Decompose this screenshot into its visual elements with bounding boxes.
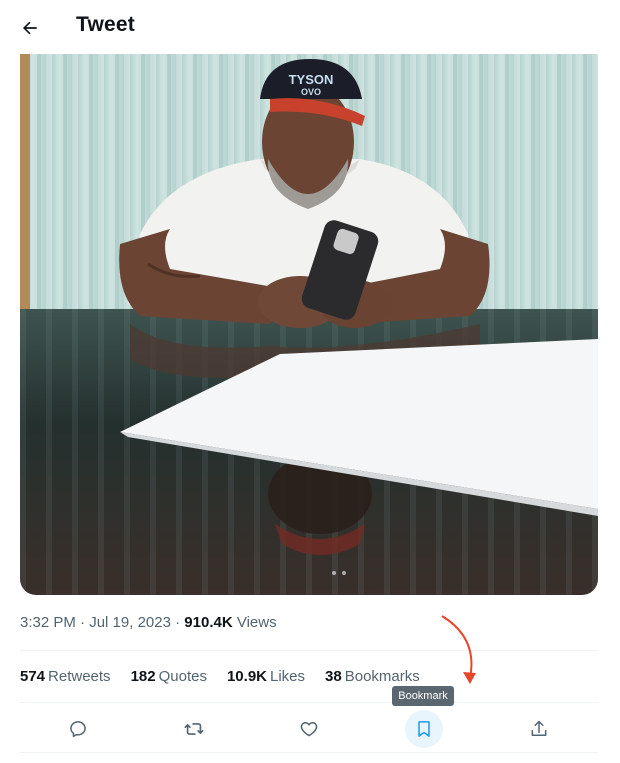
reply-icon [70, 721, 86, 738]
page-title: Tweet [76, 13, 135, 36]
tweet-stats: 574 Retweets 182 Quotes 10.9K Likes 38 Bookm… [20, 668, 440, 685]
retweets-label: Retweets [48, 668, 111, 685]
quotes-label: Quotes [158, 668, 207, 685]
bookmarks-label: Bookmarks [344, 668, 420, 685]
retweet-button[interactable] [175, 710, 213, 748]
arrow-left-icon [23, 21, 37, 35]
quotes-count: 182 [130, 668, 156, 685]
header: Tweet [0, 0, 620, 54]
retweet-icon [184, 723, 204, 735]
bookmarks-count: 38 [325, 668, 342, 685]
views-label: Views [232, 614, 277, 631]
svg-text:TYSON: TYSON [289, 72, 334, 87]
svg-text:OVO: OVO [301, 87, 321, 97]
tweet-meta: 3:32 PM · Jul 19, 2023 · 910.4K Views [20, 614, 277, 631]
back-button[interactable] [14, 12, 46, 44]
likes-count: 10.9K [226, 668, 267, 685]
annotation-arrow-icon [441, 615, 476, 684]
tweet-actions [20, 708, 598, 750]
meta-separator: · [75, 614, 90, 631]
reply-button[interactable] [59, 710, 97, 748]
divider [20, 752, 598, 753]
views-count: 910.4K [184, 614, 233, 631]
divider [20, 702, 598, 703]
tweet-photo[interactable]: TYSON OVO [20, 54, 598, 595]
photo-illustration: TYSON OVO [20, 54, 598, 595]
bookmarks-stat[interactable]: 38 Bookmarks [325, 668, 420, 685]
retweets-count: 574 [20, 668, 46, 685]
tweet-time[interactable]: 3:32 PM [20, 614, 76, 631]
share-icon [531, 720, 547, 736]
heart-icon [300, 722, 318, 737]
likes-stat[interactable]: 10.9K Likes [227, 668, 305, 685]
divider [20, 650, 598, 651]
like-button[interactable] [290, 710, 328, 748]
bookmark-button[interactable] [405, 710, 443, 748]
meta-separator: · [170, 614, 185, 631]
tweet-date[interactable]: Jul 19, 2023 [89, 614, 171, 631]
share-button[interactable] [520, 710, 558, 748]
retweets-stat[interactable]: 574 Retweets [20, 668, 111, 685]
bookmark-icon [418, 721, 430, 737]
quotes-stat[interactable]: 182 Quotes [131, 668, 207, 685]
likes-label: Likes [270, 668, 306, 685]
